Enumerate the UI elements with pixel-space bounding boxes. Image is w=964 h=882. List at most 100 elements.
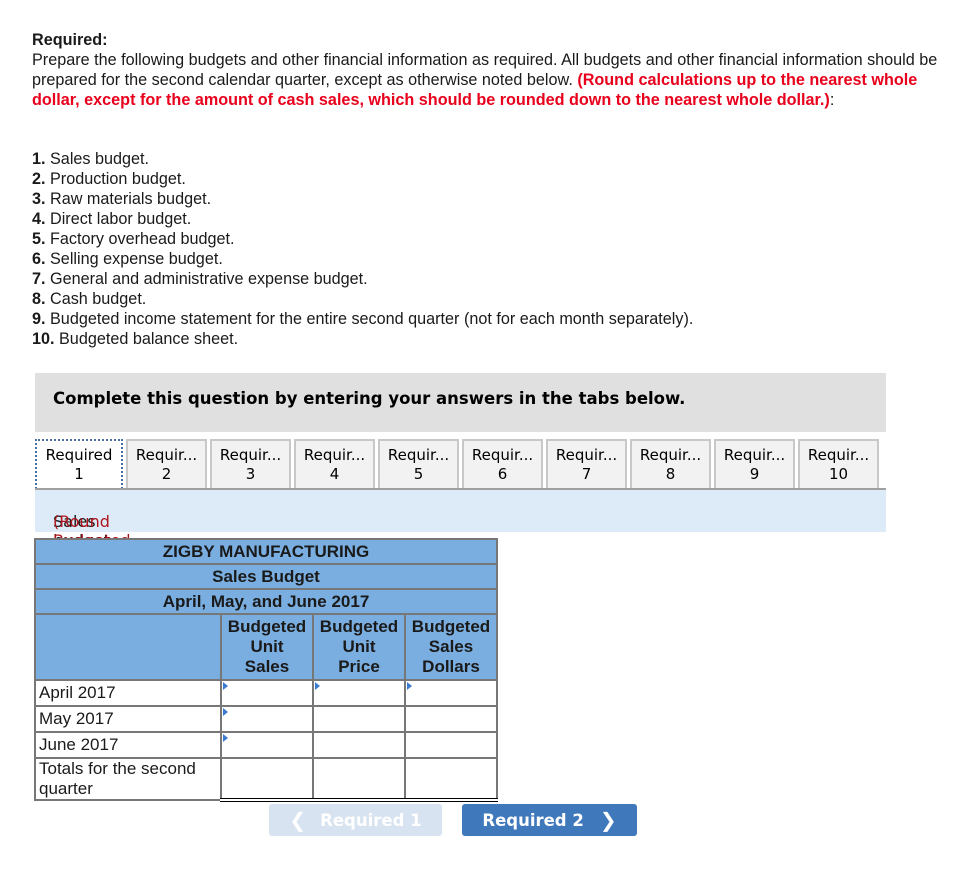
may-unit-price-input[interactable]: [314, 707, 404, 731]
header-line: Unit: [342, 637, 376, 656]
tab-label: Requir...: [555, 446, 618, 464]
list-item: 7. General and administrative expense bu…: [32, 269, 693, 289]
budget-period: April, May, and June 2017: [34, 588, 498, 615]
sales-dollars-cell: [404, 731, 498, 759]
header-line: Budgeted: [411, 617, 491, 636]
total-unit-sales-input[interactable]: [222, 759, 312, 798]
required-heading: Required:: [32, 31, 108, 49]
header-line: Sales: [244, 657, 290, 676]
tab-number: 3: [245, 465, 256, 483]
item-number: 1.: [32, 150, 46, 168]
prev-label: Required 1: [320, 810, 422, 830]
tab-number: 2: [161, 465, 172, 483]
tab-label: Requir...: [135, 446, 198, 464]
sales-budget-table: ZIGBY MANUFACTURING Sales Budget April, …: [34, 538, 498, 802]
item-text: General and administrative expense budge…: [45, 270, 368, 288]
header-line: Budgeted: [319, 617, 399, 636]
next-label: Required 2: [482, 810, 584, 830]
chevron-right-icon: ❯: [599, 808, 617, 832]
item-text: Budgeted income statement for the entire…: [45, 310, 694, 328]
tab-number: 6: [497, 465, 508, 483]
item-text: Direct labor budget.: [45, 210, 192, 228]
tab-required-10[interactable]: Requir... 10: [798, 439, 879, 489]
june-unit-sales-input[interactable]: [222, 733, 312, 757]
header-line: Unit: [250, 637, 284, 656]
list-item: 6. Selling expense budget.: [32, 249, 693, 269]
tab-required-1[interactable]: Required 1: [35, 439, 123, 489]
tab-label: Requir...: [303, 446, 366, 464]
may-sales-dollars-input[interactable]: [406, 707, 496, 731]
table-row-total: Totals for the second quarter: [34, 757, 498, 802]
tab-label: Requir...: [639, 446, 702, 464]
next-required-button[interactable]: Required 2 ❯: [462, 804, 637, 836]
tab-required-9[interactable]: Requir... 9: [714, 439, 795, 489]
tab-required-8[interactable]: Requir... 8: [630, 439, 711, 489]
requirement-tabs: Required 1 Requir... 2 Requir... 3 Requir..…: [35, 439, 882, 489]
total-sales-dollars-input[interactable]: [406, 759, 496, 798]
tab-number: 1: [74, 465, 84, 483]
row-label: Totals for the second quarter: [34, 757, 222, 801]
april-unit-sales-input[interactable]: [222, 681, 312, 705]
input-marker-icon: [223, 734, 228, 742]
chevron-left-icon: ❮: [289, 808, 307, 832]
tab-required-4[interactable]: Requir... 4: [294, 439, 375, 489]
blank-header: [34, 613, 222, 681]
item-text: Cash budget.: [45, 290, 147, 308]
may-unit-sales-input[interactable]: [222, 707, 312, 731]
item-number: 5.: [32, 230, 46, 248]
april-unit-price-input[interactable]: [314, 681, 404, 705]
list-item: 4. Direct labor budget.: [32, 209, 693, 229]
item-text: Selling expense budget.: [45, 250, 223, 268]
col-header-unit-price: Budgeted Unit Price: [312, 613, 406, 681]
header-line: Sales: [428, 637, 474, 656]
tab-required-6[interactable]: Requir... 6: [462, 439, 543, 489]
list-item: 3. Raw materials budget.: [32, 189, 693, 209]
april-sales-dollars-input[interactable]: [406, 681, 496, 705]
tab-label: Required: [45, 446, 113, 464]
budget-title: Sales Budget: [34, 563, 498, 590]
tab-label: Requir...: [387, 446, 450, 464]
list-item: 1. Sales budget.: [32, 149, 693, 169]
sales-dollars-cell: [404, 757, 498, 802]
item-text: Budgeted balance sheet.: [54, 330, 239, 348]
unit-price-cell: [312, 705, 406, 733]
colon: :: [829, 91, 835, 109]
row-label: June 2017: [34, 731, 222, 759]
tab-required-2[interactable]: Requir... 2: [126, 439, 207, 489]
unit-price-cell: [312, 679, 406, 707]
list-item: 2. Production budget.: [32, 169, 693, 189]
banner-text: Complete this question by entering your …: [53, 389, 686, 408]
col-header-sales-dollars: Budgeted Sales Dollars: [404, 613, 498, 681]
input-marker-icon: [223, 682, 228, 690]
item-text: Sales budget.: [45, 150, 150, 168]
item-number: 2.: [32, 170, 46, 188]
tab-required-3[interactable]: Requir... 3: [210, 439, 291, 489]
unit-price-cell: [312, 731, 406, 759]
unit-price-cell: [312, 757, 406, 802]
item-number: 8.: [32, 290, 46, 308]
requirements-list: 1. Sales budget. 2. Production budget. 3…: [32, 149, 693, 349]
tab-number: 4: [329, 465, 340, 483]
total-unit-price-input[interactable]: [314, 759, 404, 798]
previous-required-button[interactable]: ❮ Required 1: [269, 804, 442, 836]
item-number: 4.: [32, 210, 46, 228]
tab-label: Requir...: [219, 446, 282, 464]
unit-sales-cell: [220, 757, 314, 802]
item-text: Factory overhead budget.: [45, 230, 235, 248]
tab-required-5[interactable]: Requir... 5: [378, 439, 459, 489]
tab-label: Requir...: [471, 446, 534, 464]
tab-required-7[interactable]: Requir... 7: [546, 439, 627, 489]
list-item: 9. Budgeted income statement for the ent…: [32, 309, 693, 329]
item-number: 3.: [32, 190, 46, 208]
item-number: 9.: [32, 310, 46, 328]
item-text: Raw materials budget.: [45, 190, 212, 208]
tab-number: 8: [665, 465, 676, 483]
june-unit-price-input[interactable]: [314, 733, 404, 757]
tab-number: 9: [749, 465, 760, 483]
item-number: 7.: [32, 270, 46, 288]
item-number: 10.: [32, 330, 55, 348]
tab-label: Requir...: [723, 446, 786, 464]
june-sales-dollars-input[interactable]: [406, 733, 496, 757]
row-label: May 2017: [34, 705, 222, 733]
table-row: May 2017: [34, 705, 498, 733]
